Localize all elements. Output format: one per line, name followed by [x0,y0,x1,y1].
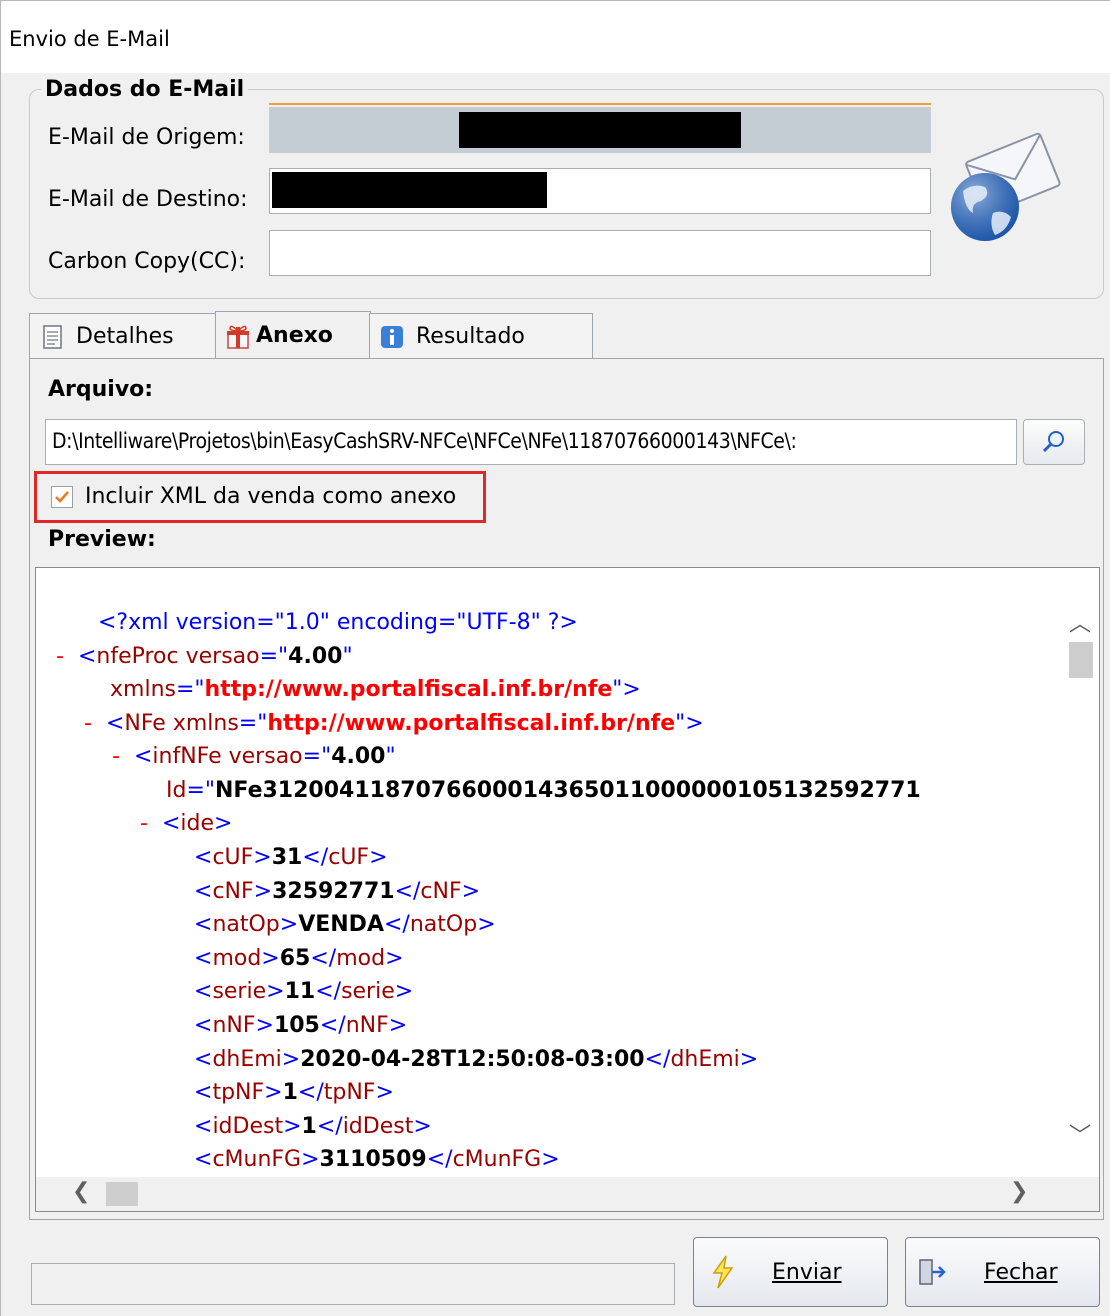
file-path-input[interactable]: D:\Intelliware\Projetos\bin\EasyCashSRV-… [45,419,1017,465]
xml-line: - <infNFe versao="4.00" [112,744,396,769]
tab-anexo[interactable]: Anexo [215,311,371,359]
scroll-up-icon[interactable]: ︿ [1069,606,1091,638]
xml-field-value: 65 [279,945,311,971]
xml-field-line: <nNF>105</nNF> [194,1013,408,1038]
collapse-toggle[interactable]: - [56,644,64,669]
origin-label: E-Mail de Origem: [48,125,245,150]
vertical-scroll-thumb[interactable] [1069,642,1093,678]
window-title: Envio de E-Mail [9,27,170,51]
status-bar [31,1263,675,1305]
title-bar: Envio de E-Mail [1,1,1110,73]
xml-field-line: <cUF>31</cUF> [194,845,388,870]
xml-line: Id="NFe312004118707660001436501100000010… [166,778,921,803]
tab-resultado-label: Resultado [416,324,525,349]
xml-value: 4.00 [288,644,343,669]
scroll-left-icon[interactable]: ❮ [72,1179,90,1204]
xml-field-value: 31 [271,845,303,870]
xml-url: http://www.portalfiscal.inf.br/nfe [267,711,676,736]
vertical-scrollbar[interactable]: ︿ ﹀ [1065,568,1099,1178]
xml-field-value: 105 [273,1013,320,1038]
xml-field-line: <dhEmi>2020-04-28T12:50:08-03:00</dhEmi> [194,1046,759,1072]
email-dialog: Envio de E-Mail Dados do E-Mail E-Mail d… [0,0,1110,1316]
xml-field-line: <mod>65</mod> [194,945,404,971]
xml-field-value: 32592771 [272,878,395,904]
include-xml-highlight: Incluir XML da venda como anexo [34,471,486,523]
xml-line: - <nfeProc versao="4.00" [56,644,353,669]
send-button[interactable]: Enviar [693,1237,888,1307]
xml-field-line: <cNF>32592771</cNF> [194,878,481,904]
xml-declaration: <?xml version="1.0" encoding="UTF-8" ?> [98,610,578,635]
redacted-origin [459,112,741,148]
info-icon [381,325,403,348]
xml-field-value: VENDA [298,912,384,938]
destination-label: E-Mail de Destino: [48,187,248,212]
xml-field-value: 1 [301,1113,317,1139]
lightning-icon [712,1255,734,1289]
collapse-toggle[interactable]: - [112,744,120,769]
collapse-toggle[interactable]: - [84,711,92,736]
preview-label: Preview: [48,527,156,552]
xml-field-line: <tpNF>1</tpNF> [194,1080,394,1106]
check-icon [55,491,69,503]
xml-field-line: <natOp>VENDA</natOp> [194,912,496,938]
tab-detalhes-label: Detalhes [76,324,174,349]
tab-resultado[interactable]: Resultado [369,313,593,359]
xml-value: NFe3120041187076600014365011000000105132… [215,778,921,803]
document-icon [43,324,62,349]
search-icon [1042,431,1064,453]
xml-field-line: <idDest>1</idDest> [194,1113,432,1139]
gift-icon [227,325,249,349]
tab-anexo-label: Anexo [256,323,333,348]
include-xml-label[interactable]: Incluir XML da venda como anexo [85,484,456,509]
focus-underline [269,103,931,105]
scroll-right-icon[interactable]: ❯ [1010,1179,1028,1204]
scroll-down-icon[interactable]: ﹀ [1069,1118,1091,1150]
close-button[interactable]: Fechar [905,1237,1100,1307]
email-globe-icon [951,132,1061,241]
xml-field-value: 11 [284,979,316,1005]
cc-label: Carbon Copy(CC): [48,249,246,274]
include-xml-checkbox[interactable] [51,486,73,508]
xml-field-value: 2020-04-28T12:50:08-03:00 [300,1046,645,1072]
arquivo-label: Arquivo: [48,377,154,402]
redacted-destination [272,172,547,208]
email-group-legend: Dados do E-Mail [41,77,249,102]
horizontal-scroll-thumb[interactable] [106,1182,138,1206]
xml-line: - <ide> [140,811,233,836]
xml-field-value: 1 [282,1080,298,1106]
xml-line: - <NFe xmlns="http://www.portalfiscal.in… [84,711,704,736]
xml-value: 4.00 [331,744,386,769]
xml-field-line: <cMunFG>3110509</cMunFG> [194,1147,560,1173]
xml-field-value: 3110509 [319,1147,427,1173]
tab-detalhes[interactable]: Detalhes [29,313,217,359]
xml-url: http://www.portalfiscal.inf.br/nfe [204,677,613,702]
exit-door-icon [919,1259,946,1285]
send-button-label: Enviar [772,1259,842,1285]
xml-line: <?xml version="1.0" encoding="UTF-8" ?> [98,606,578,640]
xml-line: xmlns="http://www.portalfiscal.inf.br/nf… [110,677,641,702]
horizontal-scrollbar[interactable]: ❮ ❯ [36,1177,1099,1211]
collapse-toggle[interactable]: - [140,811,148,836]
browse-button[interactable] [1023,419,1085,465]
xml-field-line: <serie>11</serie> [194,979,414,1005]
cc-email-field[interactable] [269,230,931,276]
close-button-label: Fechar [984,1259,1058,1285]
xml-preview[interactable]: <?xml version="1.0" encoding="UTF-8" ?> … [35,567,1100,1212]
